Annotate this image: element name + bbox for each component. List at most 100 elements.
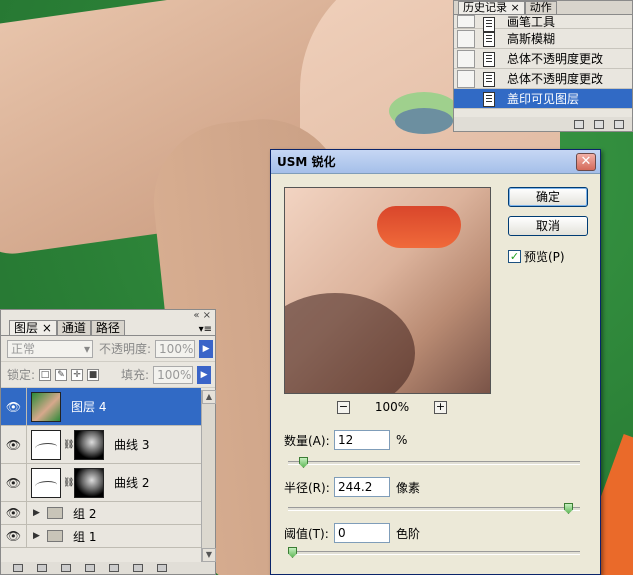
radius-input[interactable]: 244.2 bbox=[334, 477, 390, 497]
link-chain-icon: ⛓ bbox=[63, 439, 75, 450]
panel-collapse-close[interactable]: « × bbox=[1, 310, 215, 321]
radius-slider[interactable] bbox=[288, 503, 580, 514]
amount-input[interactable]: 12 bbox=[334, 430, 390, 450]
delete-layer-icon[interactable] bbox=[157, 564, 167, 572]
lock-label: 锁定: bbox=[7, 368, 36, 382]
history-item[interactable]: 总体不透明度更改 bbox=[454, 49, 632, 69]
history-snapshot-checkbox[interactable] bbox=[457, 69, 475, 88]
add-mask-icon[interactable] bbox=[61, 564, 71, 572]
visibility-eye-icon[interactable]: 👁 bbox=[1, 502, 27, 524]
zoom-in-button[interactable]: + bbox=[434, 400, 447, 414]
history-item-label: 画笔工具 bbox=[507, 15, 556, 29]
history-snapshot-checkbox[interactable] bbox=[457, 49, 475, 68]
visibility-eye-icon[interactable]: 👁 bbox=[1, 426, 27, 463]
history-step-icon bbox=[481, 16, 499, 32]
group-row[interactable]: 👁 ▶ 组 1 bbox=[1, 525, 201, 548]
layer-style-icon[interactable] bbox=[37, 564, 47, 572]
group-row[interactable]: 👁 ▶ 组 2 bbox=[1, 502, 201, 525]
opacity-arrow-button[interactable]: ▶ bbox=[199, 339, 214, 358]
curves-adjustment-icon bbox=[31, 429, 61, 460]
preview-shadow bbox=[285, 293, 415, 393]
preview-toggle[interactable]: ✓ 预览(P) bbox=[508, 248, 565, 265]
history-item-label: 总体不透明度更改 bbox=[507, 52, 604, 66]
camera-snapshot-icon[interactable] bbox=[594, 119, 604, 129]
history-snapshot-checkbox[interactable] bbox=[457, 15, 475, 28]
amount-unit: % bbox=[396, 433, 408, 447]
preview-checkbox[interactable]: ✓ bbox=[508, 250, 521, 263]
new-group-icon[interactable] bbox=[109, 564, 119, 572]
close-icon[interactable]: ✕ bbox=[576, 153, 596, 171]
tab-layers[interactable]: 图层 × bbox=[9, 320, 57, 335]
layers-list: 👁 图层 4 👁 ⛓ 曲线 3 👁 ⛓ 曲线 2 👁 ▶ 组 2 👁 ▶ 组 1 bbox=[1, 388, 201, 548]
panel-menu-button[interactable]: ▾≡ bbox=[199, 324, 215, 335]
history-snapshot-checkbox[interactable] bbox=[457, 29, 475, 48]
group-name: 组 2 bbox=[73, 506, 97, 521]
visibility-eye-icon[interactable]: 👁 bbox=[1, 388, 27, 425]
cancel-button[interactable]: 取消 bbox=[508, 216, 588, 236]
opacity-label: 不透明度: bbox=[99, 342, 152, 356]
history-item-label: 高斯模糊 bbox=[507, 32, 556, 46]
threshold-field: 阈值(T): 0 色阶 bbox=[284, 523, 420, 543]
link-layers-icon[interactable] bbox=[13, 564, 23, 572]
new-document-icon[interactable] bbox=[574, 119, 584, 129]
visibility-eye-icon[interactable]: 👁 bbox=[1, 525, 27, 547]
fill-arrow-button[interactable]: ▶ bbox=[197, 365, 212, 384]
layer-name: 图层 4 bbox=[71, 400, 107, 414]
layers-tabs: 图层 × 通道 路径 ▾≡ bbox=[1, 320, 215, 336]
history-item[interactable]: 总体不透明度更改 bbox=[454, 69, 632, 89]
layer-row[interactable]: 👁 图层 4 bbox=[1, 388, 201, 426]
opacity-input[interactable]: 100% bbox=[155, 339, 196, 358]
preview-pane[interactable] bbox=[284, 187, 491, 394]
new-layer-icon[interactable] bbox=[133, 564, 143, 572]
history-step-icon bbox=[481, 91, 499, 107]
history-item-selected[interactable]: 盖印可见图层 bbox=[454, 89, 632, 109]
amount-slider[interactable] bbox=[288, 457, 580, 468]
radius-field: 半径(R): 244.2 像素 bbox=[284, 477, 420, 497]
layers-scrollbar[interactable]: ▲ ▼ bbox=[201, 390, 216, 562]
amount-slider-thumb[interactable] bbox=[299, 457, 308, 468]
tab-channels[interactable]: 通道 bbox=[56, 320, 91, 335]
amount-label: 数量(A): bbox=[284, 433, 330, 448]
lock-transparency-icon[interactable]: □ bbox=[39, 368, 52, 381]
tab-paths[interactable]: 路径 bbox=[90, 320, 125, 335]
fill-input[interactable]: 100% bbox=[153, 365, 194, 384]
history-step-icon bbox=[481, 31, 499, 47]
threshold-input[interactable]: 0 bbox=[334, 523, 390, 543]
radius-unit: 像素 bbox=[396, 480, 421, 495]
radius-slider-thumb[interactable] bbox=[564, 503, 573, 514]
lock-all-icon[interactable]: ■ bbox=[87, 368, 100, 381]
visibility-eye-icon[interactable]: 👁 bbox=[1, 464, 27, 501]
layer-name: 曲线 2 bbox=[114, 476, 150, 490]
scroll-down-arrow-icon[interactable]: ▼ bbox=[202, 548, 216, 562]
expand-arrow-icon[interactable]: ▶ bbox=[33, 531, 43, 541]
history-step-icon bbox=[481, 71, 499, 87]
history-item[interactable]: 高斯模糊 bbox=[454, 29, 632, 49]
lock-position-icon[interactable]: ✛ bbox=[71, 368, 84, 381]
dialog-title: USM 锐化 bbox=[271, 150, 600, 174]
folder-icon bbox=[47, 530, 63, 542]
layer-mask-thumbnail bbox=[74, 467, 104, 498]
history-snapshot-checkbox[interactable] bbox=[457, 89, 475, 108]
adjustment-layer-icon[interactable] bbox=[85, 564, 95, 572]
layer-mask-thumbnail bbox=[74, 429, 104, 460]
amount-field: 数量(A): 12 % bbox=[284, 430, 407, 450]
lock-pixels-icon[interactable]: ✎ bbox=[55, 368, 68, 381]
layer-thumbnail bbox=[31, 391, 61, 422]
history-step-icon bbox=[481, 51, 499, 67]
threshold-slider-thumb[interactable] bbox=[288, 547, 297, 558]
zoom-level: 100% bbox=[374, 400, 410, 414]
blend-mode-select[interactable]: 正常 bbox=[7, 339, 93, 358]
layer-name: 曲线 3 bbox=[114, 438, 150, 452]
scroll-up-arrow-icon[interactable]: ▲ bbox=[202, 390, 216, 404]
threshold-label: 阈值(T): bbox=[284, 526, 329, 541]
ok-button[interactable]: 确定 bbox=[508, 187, 588, 207]
layer-row[interactable]: 👁 ⛓ 曲线 2 bbox=[1, 464, 201, 502]
expand-arrow-icon[interactable]: ▶ bbox=[33, 508, 43, 518]
zoom-out-button[interactable]: − bbox=[337, 400, 350, 414]
threshold-slider[interactable] bbox=[288, 547, 580, 558]
layer-row[interactable]: 👁 ⛓ 曲线 3 bbox=[1, 426, 201, 464]
radius-label: 半径(R): bbox=[284, 480, 330, 495]
history-item[interactable]: 画笔工具 bbox=[454, 15, 632, 32]
preview-label: 预览(P) bbox=[524, 250, 565, 264]
trash-icon[interactable] bbox=[614, 119, 624, 129]
